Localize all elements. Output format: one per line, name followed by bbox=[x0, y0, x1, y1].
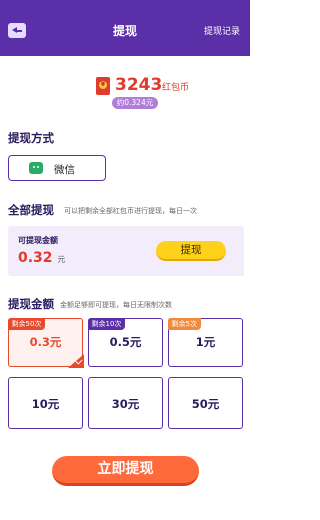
amount-label: 10元 bbox=[31, 397, 60, 411]
balance-amount: 0.32 bbox=[18, 250, 53, 266]
full-withdraw-title: 全部提现 bbox=[8, 203, 54, 217]
remaining-count-tag: 剩余50次 bbox=[7, 317, 46, 330]
balance-unit: 元 bbox=[57, 255, 66, 264]
remaining-count-tag: 剩余10次 bbox=[87, 317, 126, 330]
coin-value: 3243 bbox=[115, 75, 163, 95]
full-withdraw-note: 可以把剩余全部红包币进行提现，每日一次 bbox=[64, 207, 197, 215]
amount-option-50[interactable]: 50元 bbox=[168, 377, 243, 429]
coin-unit: 红包币 bbox=[162, 83, 190, 93]
amount-option-10[interactable]: 10元 bbox=[8, 377, 83, 429]
amount-label: 0.5元 bbox=[109, 335, 142, 349]
red-envelope-icon bbox=[96, 77, 110, 95]
selected-check-icon bbox=[67, 353, 84, 368]
balance-card: 可提现金额 0.32 元 提现 bbox=[8, 226, 244, 276]
coin-approx-badge: 约0.324元 bbox=[112, 97, 158, 109]
wechat-icon bbox=[29, 162, 43, 174]
withdraw-all-button[interactable]: 提现 bbox=[156, 241, 226, 261]
amount-label: 50元 bbox=[191, 397, 220, 411]
top-bar: 提现 提现记录 bbox=[0, 0, 250, 56]
withdraw-history-link[interactable]: 提现记录 bbox=[204, 24, 240, 37]
amount-label: 0.3元 bbox=[29, 335, 62, 349]
amount-option-1[interactable]: 剩余5次 1元 bbox=[167, 317, 243, 367]
balance-label: 可提现金额 bbox=[18, 236, 58, 245]
wechat-option-label: 微信 bbox=[54, 164, 75, 176]
remaining-count-tag: 剩余5次 bbox=[167, 317, 201, 330]
amount-option-30[interactable]: 30元 bbox=[88, 377, 163, 429]
amount-section-title: 提现金额 bbox=[8, 297, 54, 311]
amount-option-0-5[interactable]: 剩余10次 0.5元 bbox=[87, 317, 163, 367]
amount-note: 金额足够即可提现，每日无限制次数 bbox=[60, 301, 172, 309]
amount-label: 1元 bbox=[195, 335, 216, 349]
amount-option-0-3[interactable]: 剩余50次 0.3元 bbox=[7, 317, 84, 368]
withdraw-now-button[interactable]: 立即提现 bbox=[52, 456, 199, 486]
amount-label: 30元 bbox=[111, 397, 140, 411]
method-section-title: 提现方式 bbox=[8, 131, 54, 145]
wechat-option[interactable]: 微信 bbox=[8, 155, 106, 181]
balance-value: 0.32 元 bbox=[18, 250, 65, 266]
